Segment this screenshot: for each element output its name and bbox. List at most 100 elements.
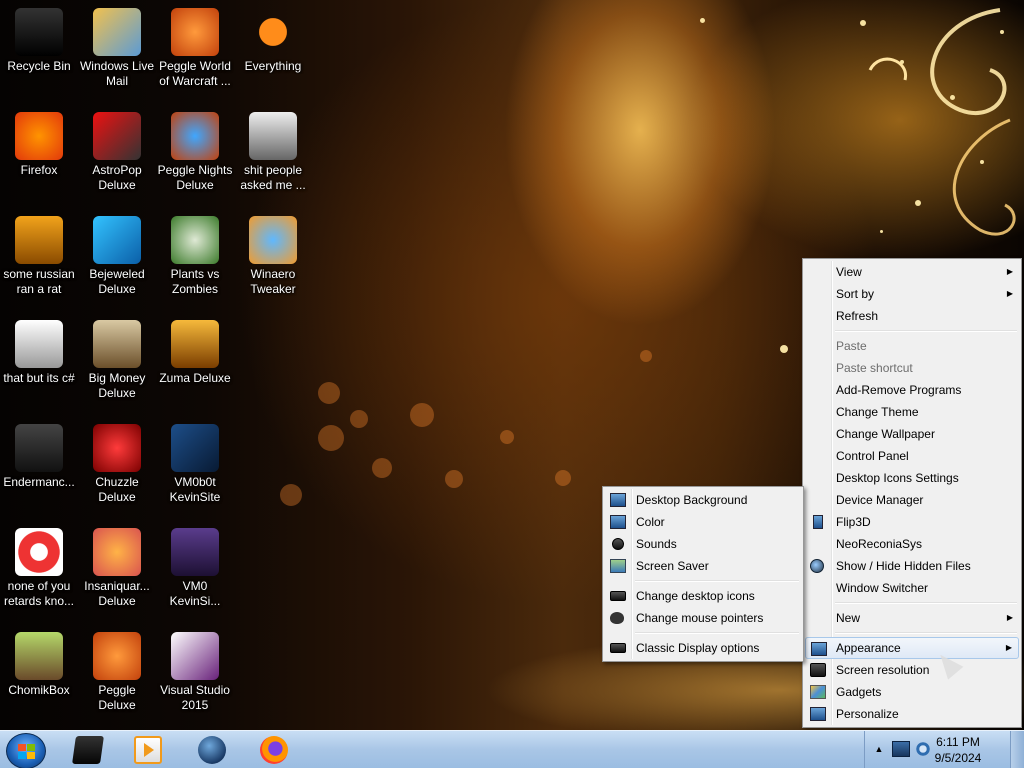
desktop-icon-windows-live-mail[interactable]: Windows Live Mail [78, 8, 156, 89]
submenu-item-change-mouse-pointers[interactable]: Change mouse pointers [605, 607, 801, 629]
desktop-icon-folder-asked[interactable]: shit people asked me ... [234, 112, 312, 193]
menu-item-label: Add-Remove Programs [836, 383, 962, 397]
desktop-icon-insaniquarium[interactable]: Insaniquar... Deluxe [78, 528, 156, 609]
taskbar-app-globe-browser[interactable] [186, 733, 238, 767]
menu-item-label: Change mouse pointers [636, 611, 764, 625]
menu-item-appearance[interactable]: Appearance ▶ [805, 637, 1019, 659]
menu-item-window-switcher[interactable]: Window Switcher [805, 577, 1019, 599]
desktop-icon-vm0-kevinsite[interactable]: VM0 KevinSi... [156, 528, 234, 609]
menu-item-label: Desktop Icons Settings [836, 471, 959, 485]
taskbar-clock[interactable]: 6:11 PM 9/5/2024 [922, 734, 994, 766]
show-desktop-button[interactable] [1010, 731, 1024, 768]
menu-item-gadgets[interactable]: Gadgets [805, 681, 1019, 703]
desktop-icon-zuma[interactable]: Zuma Deluxe [156, 320, 234, 386]
desktop-icon-label: Visual Studio 2015 [160, 683, 230, 712]
submenu-item-sounds[interactable]: Sounds [605, 533, 801, 555]
menu-item-paste-shortcut[interactable]: Paste shortcut [805, 357, 1019, 379]
menu-item-label: Change desktop icons [636, 589, 755, 603]
desktop-icon-label: Peggle Nights Deluxe [157, 163, 233, 192]
taskbar-app-media-player[interactable] [62, 733, 114, 767]
desktop-icon-winaero[interactable]: Winaero Tweaker [234, 216, 312, 297]
taskbar-app-firefox[interactable] [248, 733, 300, 767]
menu-separator [635, 629, 801, 637]
submenu-item-color[interactable]: Color [605, 511, 801, 533]
desktop-icon-plants-vs-zombies[interactable]: Plants vs Zombies [156, 216, 234, 297]
submenu-item-screen-saver[interactable]: Screen Saver [605, 555, 801, 577]
menu-item-new[interactable]: New ▶ [805, 607, 1019, 629]
search-icon [249, 8, 297, 56]
wallpaper-swirl [868, 8, 1016, 236]
desktop-icon-label: Peggle Deluxe [98, 683, 136, 712]
menu-item-label: Screen resolution [836, 663, 930, 677]
desktop-icon-recycle-bin[interactable]: Recycle Bin [0, 8, 78, 74]
desktop-icon-that-but-csharp[interactable]: that but its c# [0, 320, 78, 386]
firefox-icon [260, 736, 288, 764]
menu-item-change-wallpaper[interactable]: Change Wallpaper [805, 423, 1019, 445]
menu-item-label: Screen Saver [636, 559, 709, 573]
visual-studio-icon [171, 632, 219, 680]
fish-icon [93, 528, 141, 576]
menu-item-label: Change Theme [836, 405, 919, 419]
desktop-icon-endermanc[interactable]: Endermanc... [0, 424, 78, 490]
desktop-icon-label: Peggle World of Warcraft ... [159, 59, 231, 88]
menu-item-refresh[interactable]: Refresh [805, 305, 1019, 327]
menu-item-label: Classic Display options [636, 641, 760, 655]
menu-item-personalize[interactable]: Personalize [805, 703, 1019, 725]
menu-item-paste[interactable]: Paste [805, 335, 1019, 357]
desktop-icon-big-money[interactable]: Big Money Deluxe [78, 320, 156, 401]
submenu-item-classic-display-options[interactable]: Classic Display options [605, 637, 801, 659]
peggle-nights-icon [171, 112, 219, 160]
menu-item-sort-by[interactable]: Sort by ▶ [805, 283, 1019, 305]
menu-item-label: Sort by [836, 287, 875, 301]
menu-item-label: View [836, 265, 862, 279]
desktop-icon-everything[interactable]: Everything [234, 8, 312, 74]
desktop-icon-firefox[interactable]: Firefox [0, 112, 78, 178]
desktop-icon-russian-rat[interactable]: some russian ran a rat [0, 216, 78, 297]
desktop-icon-label: Recycle Bin [7, 59, 71, 73]
menu-item-screen-resolution[interactable]: Screen resolution [805, 659, 1019, 681]
menu-item-neoreconiasys[interactable]: NeoReconiaSys [805, 533, 1019, 555]
desktop-icon-label: VM0 KevinSi... [169, 579, 221, 608]
network-icon[interactable] [892, 741, 910, 757]
menu-item-label: Paste shortcut [836, 361, 913, 375]
taskbar-app-video-player[interactable] [122, 733, 174, 767]
chrome-icon [15, 528, 63, 576]
menu-item-add-remove-programs[interactable]: Add-Remove Programs [805, 379, 1019, 401]
desktop-icon-chomikbox[interactable]: ChomikBox [0, 632, 78, 698]
menu-item-flip3d[interactable]: Flip3D [805, 511, 1019, 533]
submenu-arrow-icon: ▶ [1006, 267, 1013, 276]
menu-item-view[interactable]: View ▶ [805, 261, 1019, 283]
menu-item-desktop-icons-settings[interactable]: Desktop Icons Settings [805, 467, 1019, 489]
submenu-item-desktop-background[interactable]: Desktop Background [605, 489, 801, 511]
desktop-icon-label: Plants vs Zombies [170, 267, 220, 296]
menu-item-change-theme[interactable]: Change Theme [805, 401, 1019, 423]
mouse-icon [610, 612, 624, 624]
submenu-item-change-desktop-icons[interactable]: Change desktop icons [605, 585, 801, 607]
taskbar: ▲ 6:11 PM 9/5/2024 [0, 730, 1024, 768]
menu-separator [835, 327, 1019, 335]
menu-separator [835, 629, 1019, 637]
desktop-icon-peggle-wow[interactable]: Peggle World of Warcraft ... [156, 8, 234, 89]
desktop-icon-label: Winaero Tweaker [250, 267, 296, 296]
desktop-icon-label: VM0b0t KevinSite [169, 475, 221, 504]
menu-item-show-hide-hidden-files[interactable]: Show / Hide Hidden Files [805, 555, 1019, 577]
desktop-icon-vm0b0t[interactable]: VM0b0t KevinSite [156, 424, 234, 505]
menu-item-label: Color [636, 515, 665, 529]
menu-item-device-manager[interactable]: Device Manager [805, 489, 1019, 511]
start-button[interactable] [6, 733, 46, 768]
tray-expand-icon[interactable]: ▲ [870, 741, 888, 757]
peggle-icon [171, 8, 219, 56]
desktop-icon-peggle-deluxe[interactable]: Peggle Deluxe [78, 632, 156, 713]
desktop-icon-chuzzle[interactable]: Chuzzle Deluxe [78, 424, 156, 505]
video-player-icon [134, 736, 162, 764]
menu-item-control-panel[interactable]: Control Panel [805, 445, 1019, 467]
desktop-icon-astropop[interactable]: AstroPop Deluxe [78, 112, 156, 193]
wallpaper-bokeh [280, 484, 302, 506]
desktop-icon-none-of-you[interactable]: none of you retards kno... [0, 528, 78, 609]
desktop-icon-peggle-nights[interactable]: Peggle Nights Deluxe [156, 112, 234, 193]
menu-item-label: Appearance [836, 641, 901, 655]
chomikbox-icon [15, 632, 63, 680]
desktop-icon-visual-studio[interactable]: Visual Studio 2015 [156, 632, 234, 713]
menu-separator [835, 599, 1019, 607]
desktop-icon-bejeweled[interactable]: Bejeweled Deluxe [78, 216, 156, 297]
